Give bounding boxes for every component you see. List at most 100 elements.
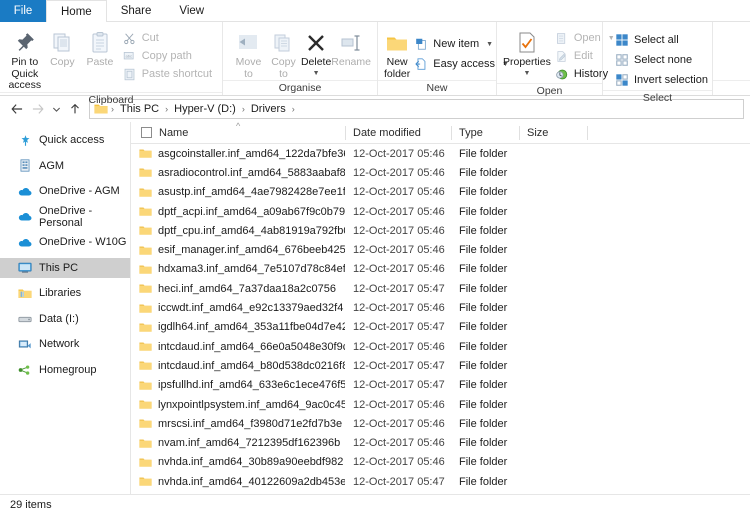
sidebar-item-quick-access[interactable]: Quick access: [0, 130, 130, 150]
new-folder-icon: [384, 29, 410, 57]
this-pc-icon: [18, 261, 32, 275]
ribbon-group-new: New folder New item ▼ Easy access ▼ New: [377, 22, 509, 95]
rename-icon: [338, 29, 364, 57]
sidebar-item-label: Network: [39, 338, 80, 350]
pin-icon: [13, 29, 37, 57]
table-row[interactable]: asgcoinstaller.inf_amd64_122da7bfe36... 1…: [131, 144, 750, 163]
file-name-cell: nvhda.inf_amd64_40122609a2db453e: [131, 476, 345, 488]
homegroup-icon: [18, 363, 32, 377]
paste-shortcut-button[interactable]: Paste shortcut: [119, 65, 216, 83]
sidebar-item-onedrive-personal[interactable]: OneDrive - Personal: [0, 205, 130, 229]
file-name-cell: hdxama3.inf_amd64_7e5107d78c84ef59: [131, 263, 345, 275]
file-type-cell: File folder: [459, 147, 508, 160]
new-item-caret-icon[interactable]: ▼: [486, 41, 493, 48]
file-type-cell: File folder: [459, 456, 508, 469]
file-date-cell: 12-Oct-2017 05:47: [353, 282, 445, 295]
folder-icon: [139, 438, 152, 449]
table-row[interactable]: ipsfullhd.inf_amd64_633e6c1ece476f57 12-O…: [131, 376, 750, 395]
sidebar-item-network[interactable]: Network: [0, 334, 130, 354]
breadcrumb-drivers[interactable]: Drivers: [248, 103, 289, 115]
table-row[interactable]: intcdaud.inf_amd64_66e0a5048e30f9c5 12-Oc…: [131, 337, 750, 356]
select-all-button[interactable]: Select all: [611, 30, 712, 50]
delete-button[interactable]: Delete ▼: [301, 26, 331, 77]
table-row[interactable]: nvhda.inf_amd64_30b89a90eebdf982 12-Oct-2…: [131, 453, 750, 472]
file-list[interactable]: asgcoinstaller.inf_amd64_122da7bfe36... 1…: [131, 144, 750, 494]
file-date-cell: 12-Oct-2017 05:46: [353, 244, 445, 257]
file-date-cell: 12-Oct-2017 05:46: [353, 456, 445, 469]
properties-button[interactable]: Properties ▼: [503, 26, 551, 77]
onedrive-icon: [18, 210, 32, 224]
table-row[interactable]: lynxpointlpsystem.inf_amd64_9ac0c45... 12…: [131, 395, 750, 414]
tab-home[interactable]: Home: [46, 0, 107, 22]
move-to-icon: [235, 29, 261, 57]
properties-label: Properties: [503, 56, 551, 68]
file-name-cell: dptf_cpu.inf_amd64_4ab81919a792fb0c: [131, 225, 345, 237]
table-row[interactable]: asustp.inf_amd64_4ae7982428e7ee1f 12-Oct-…: [131, 183, 750, 202]
copy-path-button[interactable]: abc Copy path: [119, 47, 216, 65]
sidebar-item-libraries[interactable]: Libraries: [0, 283, 130, 303]
copy-path-label: Copy path: [141, 50, 192, 62]
table-row[interactable]: nvhda.inf_amd64_40122609a2db453e 12-Oct-2…: [131, 472, 750, 491]
file-type-cell: File folder: [459, 475, 508, 488]
ribbon-group-organise: Move to Copy to Delete ▼ Rename Organise: [222, 22, 377, 95]
table-row[interactable]: heci.inf_amd64_7a37daa18a2c0756 12-Oct-20…: [131, 279, 750, 298]
column-header-type[interactable]: Type: [451, 122, 519, 144]
sidebar-item-homegroup[interactable]: Homegroup: [0, 360, 130, 380]
main-area: Quick access AGM OneDrive - AGM OneDrive…: [0, 121, 750, 494]
new-folder-button[interactable]: New folder: [384, 26, 410, 80]
sidebar-item-onedrive-agm[interactable]: OneDrive - AGM: [0, 181, 130, 201]
ribbon-group-label-clipboard: Clipboard: [0, 91, 222, 107]
column-header-size[interactable]: Size: [519, 122, 587, 144]
file-name-label: dptf_acpi.inf_amd64_a09ab67f9c0b7934: [158, 205, 345, 218]
paste-button[interactable]: Paste: [81, 26, 119, 69]
file-list-pane: Name ^ Date modified Type Size asgcoinst…: [130, 121, 750, 494]
tab-view[interactable]: View: [165, 0, 218, 22]
cut-button[interactable]: Cut: [119, 29, 216, 47]
move-to-button[interactable]: Move to: [231, 26, 266, 80]
sidebar-item-agm[interactable]: AGM: [0, 156, 130, 176]
file-name-label: asustp.inf_amd64_4ae7982428e7ee1f: [158, 186, 345, 199]
select-all-checkbox[interactable]: [141, 127, 152, 138]
ribbon-filler: [712, 22, 750, 95]
file-name-label: nvhda.inf_amd64_30b89a90eebdf982: [158, 456, 344, 469]
table-row[interactable]: nvstusb.inf_amd64_a8f6d4d75f8bf4f612-Oct…: [131, 491, 750, 494]
properties-caret-icon[interactable]: ▼: [523, 70, 530, 77]
table-row[interactable]: intcdaud.inf_amd64_b80d538dc0216f86 12-Oc…: [131, 356, 750, 375]
table-row[interactable]: igdlh64.inf_amd64_353a11fbe04d7e42 12-Oct…: [131, 318, 750, 337]
table-row[interactable]: mrscsi.inf_amd64_f3980d71e2fd7b3e 12-Oct-…: [131, 414, 750, 433]
sidebar-item-this-pc[interactable]: This PC: [0, 257, 130, 278]
table-row[interactable]: hdxama3.inf_amd64_7e5107d78c84ef59 12-Oct…: [131, 260, 750, 279]
table-row[interactable]: iccwdt.inf_amd64_e92c13379aed32f4 12-Oct-…: [131, 298, 750, 317]
column-header-name[interactable]: Name ^: [131, 121, 345, 144]
network-icon: [18, 337, 32, 351]
file-type-cell: File folder: [459, 186, 508, 199]
navigation-pane: Quick access AGM OneDrive - AGM OneDrive…: [0, 122, 130, 494]
invert-selection-button[interactable]: Invert selection: [611, 70, 712, 90]
copy-button[interactable]: Copy: [44, 26, 82, 69]
pin-to-quick-access-button[interactable]: Pin to Quick access: [6, 26, 44, 92]
table-row[interactable]: esif_manager.inf_amd64_676beeb425b... 12-…: [131, 240, 750, 259]
move-to-label-line2: to: [244, 67, 253, 80]
rename-button[interactable]: Rename: [331, 26, 371, 69]
copy-to-label-line1: Copy: [271, 56, 296, 68]
delete-icon: [305, 29, 327, 57]
table-row[interactable]: asradiocontrol.inf_amd64_5883aabaf8... 12…: [131, 163, 750, 182]
folder-icon: [139, 360, 152, 371]
sidebar-item-data-i[interactable]: Data (I:): [0, 309, 130, 329]
file-type-cell: File folder: [459, 340, 508, 353]
file-date-cell: 12-Oct-2017 05:46: [353, 340, 445, 353]
column-header-date-modified[interactable]: Date modified: [345, 122, 451, 144]
copy-to-button[interactable]: Copy to: [266, 26, 301, 80]
file-type-cell: File folder: [459, 379, 508, 392]
tab-file[interactable]: File: [0, 0, 46, 22]
table-row[interactable]: dptf_cpu.inf_amd64_4ab81919a792fb0c 12-Oc…: [131, 221, 750, 240]
tab-share[interactable]: Share: [107, 0, 166, 22]
ribbon: Pin to Quick access Copy Paste Cut abc C…: [0, 22, 750, 106]
table-row[interactable]: dptf_acpi.inf_amd64_a09ab67f9c0b7934 12-O…: [131, 202, 750, 221]
drive-icon: [18, 312, 32, 326]
select-none-button[interactable]: Select none: [611, 50, 712, 70]
sidebar-item-onedrive-w10g[interactable]: OneDrive - W10G: [0, 232, 130, 252]
file-type-cell: File folder: [459, 166, 508, 179]
table-row[interactable]: nvam.inf_amd64_7212395df162396b 12-Oct-20…: [131, 433, 750, 452]
delete-caret-icon[interactable]: ▼: [313, 70, 320, 77]
